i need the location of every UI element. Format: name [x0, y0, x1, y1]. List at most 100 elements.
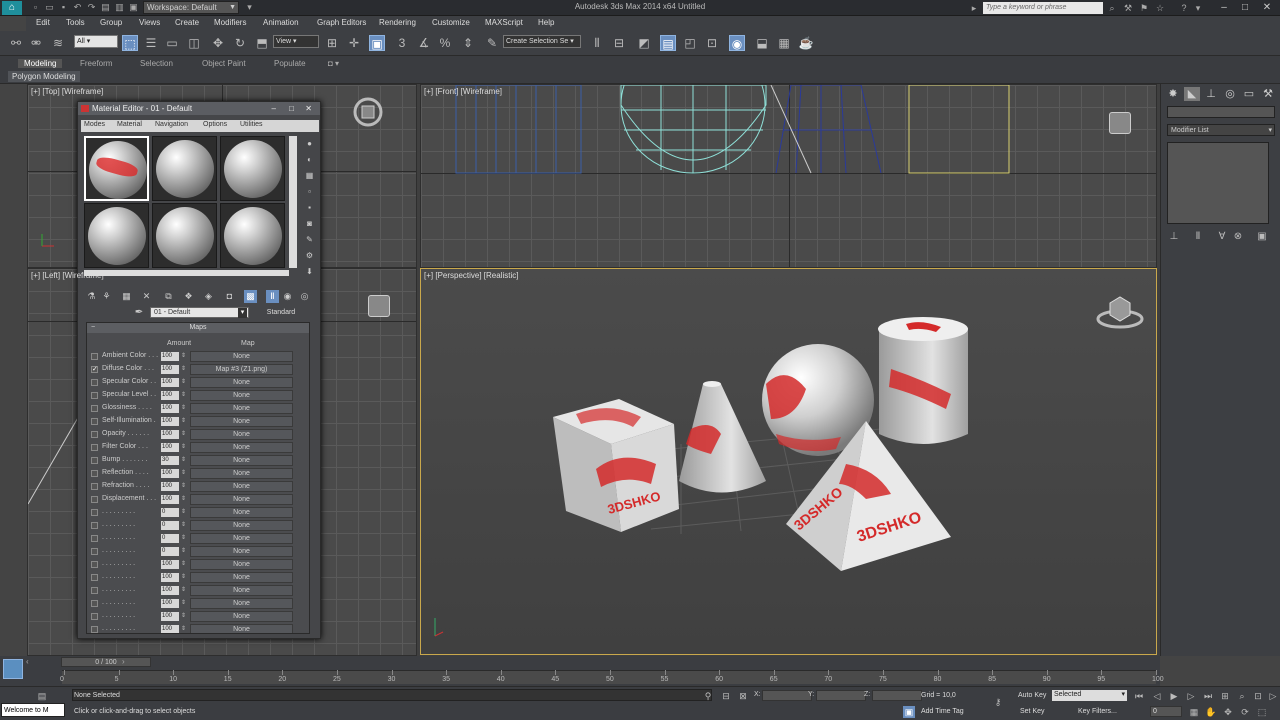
amount-spinner-icon[interactable]: ⇕: [181, 378, 186, 385]
window-crossing-icon[interactable]: ◫: [186, 35, 202, 51]
map-amount-field[interactable]: 0: [161, 547, 179, 556]
snaps-toggle-icon[interactable]: 3: [394, 35, 410, 51]
menu-tools[interactable]: Tools: [66, 18, 85, 27]
amount-spinner-icon[interactable]: ⇕: [181, 365, 186, 372]
amount-spinner-icon[interactable]: ⇕: [181, 352, 186, 359]
reference-coordinate-dropdown[interactable]: View ▾: [273, 35, 319, 48]
make-unique-icon[interactable]: ∀: [1215, 230, 1229, 244]
go-to-parent-icon[interactable]: ◉: [281, 290, 294, 303]
modifier-stack[interactable]: [1167, 142, 1269, 224]
map-amount-field[interactable]: 100: [161, 599, 179, 608]
map-amount-field[interactable]: 100: [161, 417, 179, 426]
me-menu-navigation[interactable]: Navigation: [155, 121, 188, 128]
map-enable-checkbox[interactable]: [91, 509, 98, 516]
key-mode-icon[interactable]: ⊞: [1219, 690, 1231, 702]
assign-material-icon[interactable]: ▦: [120, 290, 133, 303]
map-slot-button[interactable]: None: [190, 377, 293, 388]
graphite-toolbar-icon[interactable]: ▤: [660, 35, 676, 51]
amount-spinner-icon[interactable]: ⇕: [181, 586, 186, 593]
minimize-icon[interactable]: –: [1215, 1, 1233, 15]
sample-slot-5[interactable]: [152, 203, 217, 268]
map-enable-checkbox[interactable]: [91, 431, 98, 438]
map-amount-field[interactable]: 100: [161, 352, 179, 361]
eyedropper-icon[interactable]: ✒: [133, 307, 145, 319]
display-tab-icon[interactable]: ▭: [1241, 87, 1257, 101]
map-slot-button[interactable]: None: [190, 507, 293, 518]
viewport-perspective[interactable]: [+] [Perspective] [Realistic] 3DSHKO 3DS…: [420, 268, 1157, 655]
map-amount-field[interactable]: 100: [161, 495, 179, 504]
select-by-material-icon[interactable]: ⚙: [304, 250, 315, 261]
map-slot-button[interactable]: Map #3 (Z1.png): [190, 364, 293, 375]
map-amount-field[interactable]: 30: [161, 456, 179, 465]
field-of-view-icon[interactable]: ▷: [1267, 690, 1279, 702]
video-color-check-icon[interactable]: ▪: [304, 202, 315, 213]
mirror-icon[interactable]: ⫴: [589, 35, 605, 51]
material-name-dropdown[interactable]: 01 - Default ▾: [150, 307, 249, 318]
material-map-navigator-icon[interactable]: ⬇: [304, 266, 315, 277]
amount-spinner-icon[interactable]: ⇕: [181, 534, 186, 541]
z-coordinate-field[interactable]: [872, 690, 922, 701]
map-slot-button[interactable]: None: [190, 429, 293, 440]
uv-tiling-icon[interactable]: ▫: [304, 186, 315, 197]
slots-horizontal-scrollbar[interactable]: [84, 270, 289, 276]
amount-spinner-icon[interactable]: ⇕: [181, 599, 186, 606]
viewport-label-left[interactable]: [+] [Left] [Wireframe]: [31, 271, 104, 280]
amount-spinner-icon[interactable]: ⇕: [181, 417, 186, 424]
viewcube-perspective-icon[interactable]: [1095, 291, 1145, 331]
key-filters-button[interactable]: Key Filters...: [1078, 708, 1117, 715]
time-configuration-icon[interactable]: ▦: [1188, 706, 1200, 718]
viewport-front[interactable]: [+] [Front] [Wireframe]: [420, 84, 1157, 268]
app-logo-icon[interactable]: ⌂: [2, 1, 22, 15]
selection-filter-dropdown[interactable]: All ▾: [74, 35, 118, 48]
map-enable-checkbox[interactable]: ✓: [91, 366, 98, 373]
backlight-icon[interactable]: ◐: [304, 154, 315, 165]
ribbon-tab-modeling[interactable]: Modeling: [18, 59, 63, 68]
map-slot-button[interactable]: None: [190, 468, 293, 479]
amount-spinner-icon[interactable]: ⇕: [181, 430, 186, 437]
map-slot-button[interactable]: None: [190, 442, 293, 453]
map-amount-field[interactable]: 100: [161, 469, 179, 478]
go-to-end-icon[interactable]: ⏭: [1202, 690, 1214, 702]
me-menu-utilities[interactable]: Utilities: [240, 121, 263, 128]
set-key-button[interactable]: Set Key: [1020, 708, 1045, 715]
amount-spinner-icon[interactable]: ⇕: [181, 482, 186, 489]
map-slot-button[interactable]: None: [190, 559, 293, 570]
map-enable-checkbox[interactable]: [91, 405, 98, 412]
amount-spinner-icon[interactable]: ⇕: [181, 469, 186, 476]
viewport-label-perspective[interactable]: [+] [Perspective] [Realistic]: [424, 271, 518, 280]
map-amount-field[interactable]: 100: [161, 573, 179, 582]
map-enable-checkbox[interactable]: [91, 392, 98, 399]
select-object-icon[interactable]: ⬚: [122, 35, 138, 51]
ribbon-tab-freeform[interactable]: Freeform: [74, 59, 118, 68]
previous-frame-icon[interactable]: ◁: [1151, 690, 1163, 702]
maximize-viewport-icon[interactable]: ⬚: [1256, 706, 1268, 718]
mini-listener-icon[interactable]: ▤: [36, 690, 48, 702]
amount-spinner-icon[interactable]: ⇕: [181, 456, 186, 463]
rendered-frame-window-icon[interactable]: ▦: [776, 35, 792, 51]
menu-animation[interactable]: Animation: [263, 18, 299, 27]
lock-selection-icon[interactable]: ⚲: [702, 690, 714, 702]
map-amount-field[interactable]: 100: [161, 378, 179, 387]
map-slot-button[interactable]: None: [190, 572, 293, 583]
binoculars-icon[interactable]: ⌕: [1106, 2, 1118, 14]
put-to-library-icon[interactable]: ◈: [202, 290, 215, 303]
favorites-icon[interactable]: ☆: [1154, 2, 1166, 14]
map-amount-field[interactable]: 100: [161, 482, 179, 491]
link-icon[interactable]: ⚯: [8, 35, 24, 51]
map-slot-button[interactable]: None: [190, 416, 293, 427]
show-map-in-viewport-icon[interactable]: ▩: [244, 290, 257, 303]
track-bar-toggle-icon[interactable]: ‹: [26, 657, 36, 667]
sample-slot-3[interactable]: [220, 136, 285, 201]
project-folder-icon[interactable]: ▣: [128, 2, 139, 13]
key-selection-dropdown[interactable]: Selected ▾: [1052, 690, 1127, 701]
time-tag-icon[interactable]: ▣: [903, 706, 915, 718]
amount-spinner-icon[interactable]: ⇕: [181, 560, 186, 567]
align-icon[interactable]: ⊟: [611, 35, 627, 51]
edit-named-selections-icon[interactable]: ✎: [484, 35, 500, 51]
map-slot-button[interactable]: None: [190, 390, 293, 401]
search-arrow-icon[interactable]: ▸: [968, 2, 980, 14]
new-file-icon[interactable]: ▫: [30, 2, 41, 13]
sample-slot-1[interactable]: [84, 136, 149, 201]
options-icon[interactable]: ✎: [304, 234, 315, 245]
map-slot-button[interactable]: None: [190, 520, 293, 531]
